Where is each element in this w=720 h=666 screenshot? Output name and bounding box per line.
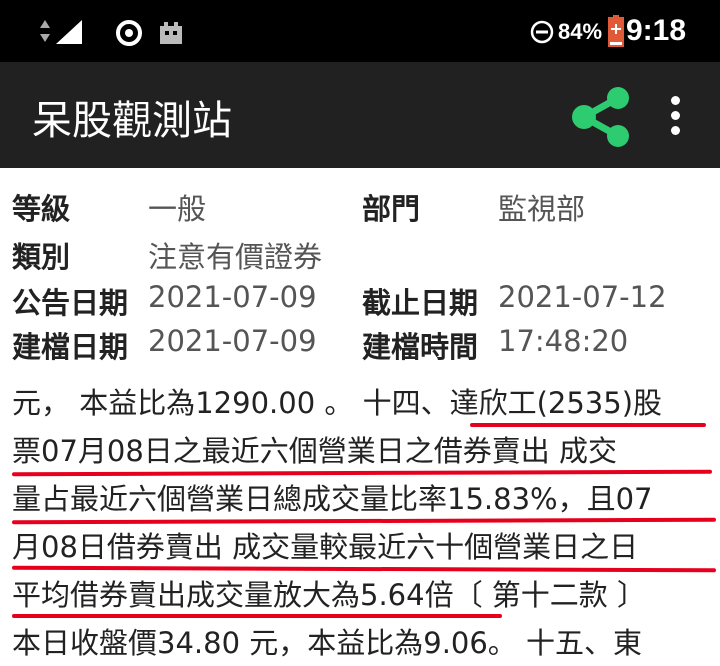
clock-time: 9:18 (626, 14, 687, 47)
level-label: 等級 (12, 192, 71, 226)
created-date-value: 2021-07-09 (148, 324, 317, 358)
status-bar: H 84% 9:18 (0, 0, 720, 62)
highlight-underline (12, 614, 502, 618)
content-line: 月08日借券賣出 成交量較最近六十個營業日之日 (12, 530, 639, 564)
content-line: 本日收盤價34.80 元，本益比為9.06。 十五、東 (12, 626, 643, 660)
share-icon[interactable] (566, 86, 636, 148)
type-value: 注意有價證券 (148, 240, 323, 274)
announce-date-value: 2021-07-09 (148, 280, 317, 314)
created-time-value: 17:48:20 (498, 324, 629, 358)
signal-icon: H (40, 20, 82, 44)
app-bar: 呆股觀測站 (0, 62, 720, 168)
app-notification-icon (160, 22, 182, 44)
type-label: 類別 (12, 240, 71, 274)
deadline-date-label: 截止日期 (362, 286, 479, 320)
created-time-label: 建檔時間 (362, 330, 479, 364)
content-line: 量占最近六個營業日總成交量比率15.83%，且07 (12, 482, 653, 516)
content-line: 元， 本益比為1290.00 。 十四、達欣工(2535)股 (12, 386, 663, 420)
do-not-disturb-icon (530, 20, 554, 44)
dept-value: 監視部 (498, 192, 586, 226)
level-value: 一般 (148, 192, 207, 226)
app-title: 呆股觀測站 (32, 98, 232, 144)
content-line: 平均借券賣出成交量放大為5.64倍〔 第十二款 〕 (12, 578, 647, 612)
more-options-icon[interactable] (662, 90, 690, 140)
svg-text:H: H (64, 21, 71, 31)
sync-icon (116, 20, 142, 46)
dept-label: 部門 (362, 192, 421, 226)
created-date-label: 建檔日期 (12, 330, 129, 364)
highlight-underline (470, 423, 706, 427)
deadline-date-value: 2021-07-12 (498, 280, 667, 314)
battery-charging-icon (608, 15, 624, 47)
announce-date-label: 公告日期 (12, 286, 129, 320)
battery-percent: 84% (558, 19, 603, 44)
content-line: 票07月08日之最近六個營業日之借券賣出 成交 (12, 434, 618, 468)
